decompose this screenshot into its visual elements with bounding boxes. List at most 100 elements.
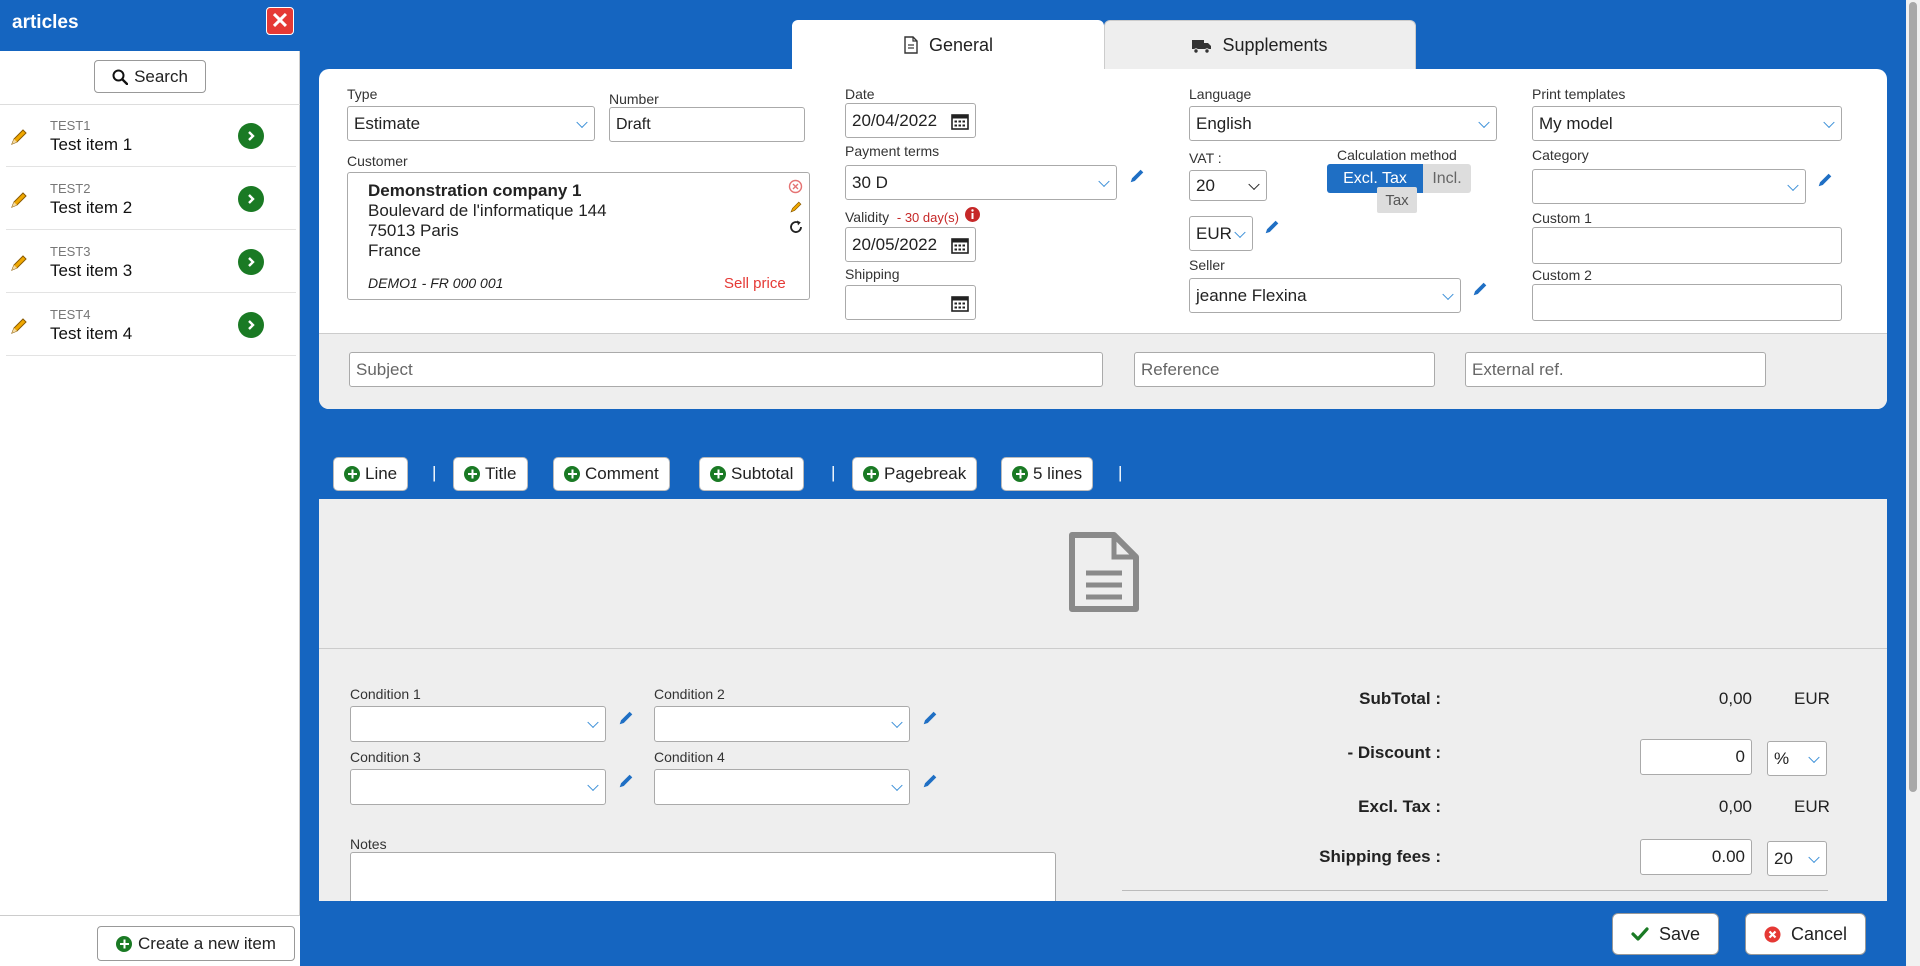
shipping-vat-select[interactable]: 20 — [1767, 841, 1827, 876]
close-icon[interactable]: ✕ — [266, 7, 294, 35]
remove-customer-icon[interactable] — [788, 179, 803, 194]
vat-label: VAT : — [1189, 150, 1222, 166]
cancel-button[interactable]: Cancel — [1745, 913, 1867, 955]
chevron-down-icon — [1248, 178, 1260, 190]
chevron-down-icon — [1823, 116, 1835, 128]
add-comment-button[interactable]: Comment — [553, 457, 670, 491]
edit-currency-icon[interactable] — [1263, 218, 1281, 236]
category-select[interactable] — [1532, 169, 1806, 204]
refresh-icon[interactable] — [789, 220, 803, 234]
articles-sidebar: articles ✕ Search TEST1 Test item 1 TEST… — [0, 0, 300, 966]
plus-circle-icon — [564, 466, 580, 482]
calendar-icon[interactable] — [951, 112, 969, 130]
calendar-icon[interactable] — [951, 236, 969, 254]
chevron-down-icon — [1442, 288, 1454, 300]
pencil-icon[interactable] — [9, 316, 29, 336]
add-subtotal-button[interactable]: Subtotal — [699, 457, 805, 491]
list-item[interactable]: TEST2 Test item 2 — [6, 168, 296, 230]
edit-condition3-icon[interactable] — [617, 772, 635, 790]
edit-condition1-icon[interactable] — [617, 709, 635, 727]
add-line-button[interactable]: Line — [333, 457, 409, 491]
shipping-date-field[interactable] — [845, 285, 976, 320]
list-item[interactable]: TEST3 Test item 3 — [6, 231, 296, 293]
edit-condition4-icon[interactable] — [921, 772, 939, 790]
vat-select[interactable]: 20 — [1189, 170, 1267, 201]
add-five-lines-button[interactable]: 5 lines — [1001, 457, 1094, 491]
save-button[interactable]: Save — [1612, 913, 1720, 955]
chevron-right-icon[interactable] — [238, 123, 264, 149]
discount-value: 0 — [1735, 747, 1745, 766]
subtotal-currency: EUR — [1794, 689, 1830, 708]
condition3-select[interactable] — [350, 769, 606, 805]
pencil-icon[interactable] — [9, 253, 29, 273]
add-title-button[interactable]: Title — [453, 457, 528, 491]
edit-customer-icon[interactable] — [789, 200, 803, 214]
document-icon — [904, 36, 918, 54]
validity-date-field[interactable]: 20/05/2022 — [845, 227, 976, 262]
condition1-select[interactable] — [350, 706, 606, 742]
pencil-icon[interactable] — [9, 127, 29, 147]
shipping-vat-value: 20 — [1774, 848, 1793, 868]
reference-placeholder: Reference — [1141, 359, 1220, 379]
item-name: Test item 2 — [50, 198, 133, 217]
info-icon[interactable] — [964, 206, 981, 223]
seller-select[interactable]: jeanne Flexina — [1189, 278, 1461, 313]
reference-input[interactable]: Reference — [1134, 352, 1435, 387]
conditions-totals-area: Condition 1 Condition 2 Condition 3 Cond… — [319, 649, 1887, 912]
edit-condition2-icon[interactable] — [921, 709, 939, 727]
pencil-icon[interactable] — [9, 190, 29, 210]
date-field[interactable]: 20/04/2022 — [845, 103, 976, 138]
customer-name: Demonstration company 1 — [368, 181, 582, 200]
chevron-right-icon[interactable] — [238, 249, 264, 275]
customer-box[interactable]: Demonstration company 1 Boulevard de l'i… — [347, 172, 810, 300]
scrollbar-thumb[interactable] — [1909, 2, 1917, 792]
shipping-fees-input[interactable]: 0.00 — [1640, 839, 1752, 875]
chevron-down-icon — [576, 116, 588, 128]
edit-payment-terms-icon[interactable] — [1128, 167, 1146, 185]
subject-input[interactable]: Subject — [349, 352, 1103, 387]
seller-value: jeanne Flexina — [1196, 285, 1307, 305]
list-item[interactable]: TEST1 Test item 1 — [6, 105, 296, 167]
print-templates-select[interactable]: My model — [1532, 106, 1842, 141]
incl-tax-toggle[interactable]: Incl. — [1423, 164, 1471, 193]
empty-document-icon — [1069, 532, 1139, 612]
tab-general-label: General — [928, 34, 994, 55]
seller-label: Seller — [1189, 257, 1225, 273]
custom2-field[interactable] — [1532, 284, 1842, 321]
add-five-lines-label: 5 lines — [1033, 464, 1083, 483]
external-ref-input[interactable]: External ref. — [1465, 352, 1766, 387]
add-line-label: Line — [365, 464, 398, 483]
number-field[interactable]: Draft — [609, 107, 805, 142]
list-item[interactable]: TEST4 Test item 4 — [6, 294, 296, 356]
calendar-icon[interactable] — [951, 294, 969, 312]
type-value: Estimate — [354, 113, 421, 133]
language-select[interactable]: English — [1189, 106, 1497, 141]
condition2-select[interactable] — [654, 706, 910, 742]
chevron-down-icon — [891, 716, 903, 729]
edit-category-icon[interactable] — [1816, 171, 1834, 189]
sidebar-footer: Create a new item — [0, 915, 300, 966]
add-pagebreak-button[interactable]: Pagebreak — [852, 457, 978, 491]
type-select[interactable]: Estimate — [347, 106, 595, 141]
cancel-icon — [1764, 926, 1781, 942]
chevron-right-icon[interactable] — [238, 186, 264, 212]
currency-select[interactable]: EUR — [1189, 216, 1253, 251]
customer-address2: 75013 Paris — [368, 221, 459, 240]
condition1-label: Condition 1 — [350, 686, 421, 702]
discount-input[interactable]: 0 — [1640, 739, 1752, 775]
number-value: Draft — [616, 115, 651, 133]
customer-label: Customer — [347, 153, 408, 169]
condition4-select[interactable] — [654, 769, 910, 805]
chevron-right-icon[interactable] — [238, 312, 264, 338]
tab-supplements[interactable]: Supplements — [1104, 20, 1416, 70]
toolbar-separator: | — [432, 463, 437, 482]
create-item-button[interactable]: Create a new item — [97, 926, 295, 961]
search-button[interactable]: Search — [94, 60, 206, 93]
discount-unit-select[interactable]: % — [1767, 741, 1827, 776]
edit-seller-icon[interactable] — [1471, 280, 1489, 298]
custom1-field[interactable] — [1532, 227, 1842, 264]
tab-general[interactable]: General — [792, 20, 1104, 70]
create-item-label: Create a new item — [138, 933, 276, 953]
payment-terms-select[interactable]: 30 D — [845, 165, 1117, 200]
chevron-down-icon — [587, 716, 599, 729]
